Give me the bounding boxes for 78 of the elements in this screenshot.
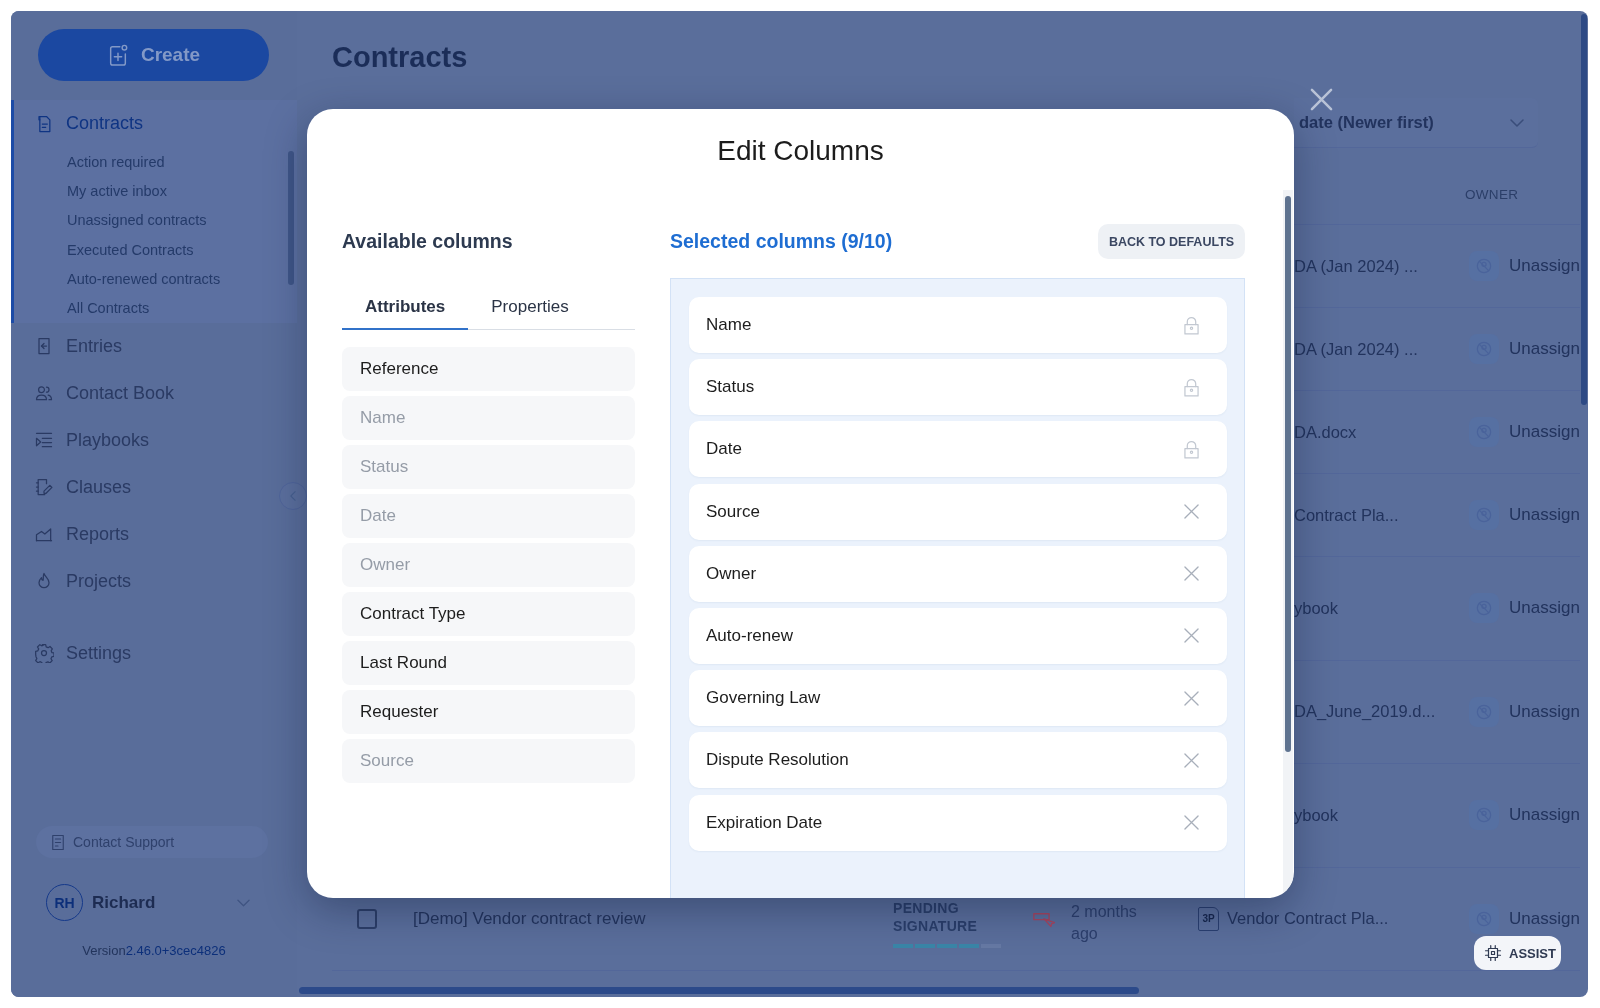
document-name[interactable]: DA (Jan 2024) ... (1294, 339, 1418, 359)
assist-button[interactable]: ASSIST (1474, 936, 1561, 970)
version-label: Version (82, 943, 126, 958)
selected-column[interactable]: Owner (689, 545, 1227, 602)
selected-column[interactable]: Name (689, 297, 1227, 353)
document-name[interactable]: DA.docx (1294, 422, 1357, 442)
nav-subitem[interactable]: All Contracts (67, 300, 150, 317)
column-name: Name (706, 315, 752, 335)
document-name[interactable]: ybook (1294, 598, 1339, 618)
scrollbar-thumb[interactable] (1285, 196, 1291, 752)
nav-subitem[interactable]: Action required (67, 153, 165, 170)
section-heading: Available columns (342, 230, 513, 253)
x-icon[interactable] (1184, 504, 1199, 520)
document-name[interactable]: DA_June_2019.d... (1294, 702, 1436, 722)
row-checkbox[interactable] (357, 908, 377, 929)
nav-subitem[interactable]: Unassigned contracts (67, 212, 207, 229)
column-name: Date (706, 439, 742, 460)
x-icon[interactable] (1184, 752, 1199, 768)
owner-name: Unassign (1509, 598, 1580, 619)
x-icon[interactable] (1184, 566, 1199, 582)
selected-column[interactable]: Source (689, 483, 1227, 540)
column-name: Source (706, 501, 760, 522)
x-icon[interactable] (1184, 628, 1199, 644)
owner-name: Unassign (1509, 339, 1580, 359)
column-name: Auto-renew (706, 625, 793, 646)
owner-name: Unassign (1509, 505, 1580, 525)
selected-column[interactable]: Auto-renew (689, 607, 1227, 664)
selected-column[interactable]: Status (689, 359, 1227, 416)
document-name[interactable]: Vendor Contract Pla... (1227, 909, 1389, 929)
column-option[interactable]: Contract Type (342, 592, 635, 636)
chevron-down-icon[interactable] (237, 898, 250, 907)
column-option[interactable]: Last Round (342, 641, 635, 685)
contract-title[interactable]: [Demo] Vendor contract review (413, 908, 646, 929)
user-name[interactable]: Richard (92, 892, 156, 913)
selected-column[interactable]: Dispute Resolution (689, 732, 1227, 789)
x-icon[interactable] (1184, 690, 1199, 706)
tab[interactable]: Properties (468, 286, 592, 330)
cursor-box-icon (1033, 911, 1055, 929)
nav-subitem[interactable]: Auto-renewed contracts (67, 270, 221, 287)
create-button[interactable]: Create (38, 29, 269, 81)
scrollbar-thumb[interactable] (1581, 14, 1587, 405)
selected-column[interactable]: Governing Law (689, 670, 1227, 727)
gear-icon (34, 643, 54, 664)
nav-subitem[interactable]: My active inbox (67, 182, 167, 199)
chip-icon (1484, 944, 1502, 962)
owner-name: Unassign (1509, 422, 1580, 442)
close-icon[interactable] (1310, 88, 1333, 111)
x-icon[interactable] (1184, 815, 1199, 830)
dialog-title: Edit Columns (717, 134, 884, 168)
nav-subitem[interactable]: Executed Contracts (67, 241, 194, 258)
section-heading: Selected columns (9/10) (670, 230, 893, 253)
scrollbar-thumb[interactable] (299, 987, 1139, 994)
column-name: Expiration Date (706, 812, 823, 833)
chevron-down-icon (1510, 118, 1524, 127)
back-to-defaults-button[interactable]: BACK TO DEFAULTS (1098, 224, 1245, 259)
document-name[interactable]: Contract Pla... (1294, 505, 1399, 525)
owner-name: Unassign (1509, 256, 1580, 276)
owner-name: Unassign (1509, 908, 1580, 929)
column-name: Status (706, 377, 755, 398)
tab[interactable]: Attributes (342, 286, 469, 330)
document-name[interactable]: DA (Jan 2024) ... (1294, 256, 1418, 276)
column-name: Owner (706, 563, 757, 584)
document-name[interactable]: ybook (1294, 805, 1339, 825)
column-option[interactable]: Requester (342, 690, 635, 734)
document-pen-icon (34, 477, 54, 498)
document-lines-icon (51, 833, 65, 851)
column-name: Dispute Resolution (706, 750, 849, 771)
scrollbar-thumb[interactable] (288, 151, 294, 285)
selected-column[interactable]: Expiration Date (689, 794, 1227, 851)
column-name: Governing Law (706, 688, 821, 709)
owner-name: Unassign (1509, 805, 1580, 826)
column-option[interactable]: Reference (342, 347, 635, 391)
version-number: 2.46.0+3cec4826 (125, 943, 226, 958)
file-type-badge: 3P (1198, 906, 1219, 931)
page-title: Contracts (332, 40, 468, 75)
selected-column[interactable]: Date (689, 421, 1227, 478)
owner-name: Unassign (1509, 701, 1580, 722)
nav-item[interactable]: Contracts (34, 113, 144, 134)
